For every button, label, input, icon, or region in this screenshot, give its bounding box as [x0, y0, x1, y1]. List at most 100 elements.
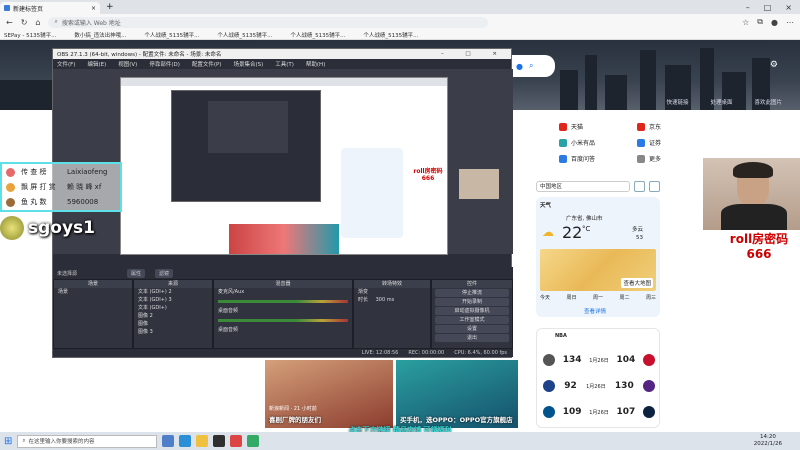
- weather-details-link[interactable]: 查看详情: [584, 307, 606, 315]
- settings-gear-icon[interactable]: ⚙: [770, 60, 778, 70]
- stop-stream-button[interactable]: 停止推流: [435, 289, 509, 297]
- news-card[interactable]: 买手机，选OPPO：OPPO官方旗舰店: [396, 360, 518, 428]
- new-tab-icon[interactable]: +: [106, 2, 114, 12]
- more-grid-icon: [637, 154, 645, 163]
- mic-icon[interactable]: ●: [516, 62, 523, 71]
- favorite-item[interactable]: 数小搞_违法出神哦...: [74, 31, 126, 39]
- source-item[interactable]: 图像 3: [134, 328, 212, 336]
- edge-icon[interactable]: [179, 435, 192, 447]
- building-shape: [640, 50, 656, 110]
- obs-menu-item[interactable]: 文件(F): [57, 60, 75, 68]
- quick-link-jd[interactable]: 京东: [637, 122, 661, 131]
- filters-button[interactable]: 滤镜: [155, 268, 174, 278]
- quick-link-label: 天猫: [571, 124, 584, 131]
- app-icon[interactable]: [247, 435, 260, 447]
- quick-links-link[interactable]: 快速链接: [666, 98, 688, 106]
- properties-button[interactable]: 属性: [127, 268, 146, 278]
- building-shape: [560, 70, 578, 110]
- search-icon[interactable]: ⌕: [529, 61, 533, 71]
- favorite-item[interactable]: 个人战绩_5135辅平...: [290, 31, 345, 39]
- minimize-icon[interactable]: –: [746, 3, 750, 12]
- weather-title: 天气: [540, 203, 552, 209]
- weather-card[interactable]: 天气 广东省, 佛山市 ☁ 22 °C 多云 53 查看大地图 今天 周日 周一…: [536, 197, 660, 317]
- favorite-item[interactable]: 个人战绩_5135辅平...: [363, 31, 418, 39]
- studio-mode-button[interactable]: 工作室模式: [435, 316, 509, 324]
- browser-tab[interactable]: 新建标签页 ×: [0, 2, 100, 14]
- baidu-icon: [559, 154, 567, 163]
- obs-menu-item[interactable]: 配置文件(P): [192, 60, 222, 68]
- quick-link-stock[interactable]: 证券: [637, 138, 661, 147]
- game-row[interactable]: 92 1月26日 130: [543, 373, 655, 399]
- news-card[interactable]: 新浪新闻 · 21 小时前 喜剧厂牌的朋友们: [265, 360, 393, 428]
- source-item[interactable]: 文本 (GDI+) 3: [134, 296, 212, 304]
- transition-select[interactable]: 渐变: [354, 288, 430, 296]
- map-button[interactable]: 查看大地图: [621, 278, 653, 288]
- streamer-tag: sgoys1: [0, 215, 140, 241]
- obs-menu-item[interactable]: 停靠部件(D): [149, 60, 180, 68]
- back-icon[interactable]: ←: [6, 18, 13, 27]
- duration-input[interactable]: 300 ms: [376, 297, 395, 303]
- game-row[interactable]: 134 1月26日 104: [543, 347, 655, 373]
- mixer-dock: 混音器 麦克风/Aux 桌面音频 桌面音频: [213, 279, 353, 349]
- favorite-item[interactable]: 个人战绩_5135辅平...: [217, 31, 272, 39]
- home-icon[interactable]: ⌂: [35, 18, 40, 27]
- start-record-button[interactable]: 开始录制: [435, 298, 509, 306]
- obs-menu-item[interactable]: 场景集合(S): [233, 60, 263, 68]
- grid-view-icon[interactable]: [634, 180, 645, 192]
- volume-meter[interactable]: [218, 300, 348, 303]
- quick-link-label: 证券: [649, 140, 662, 147]
- game-row[interactable]: 109 1月26日 107: [543, 399, 655, 425]
- obs-window-controls[interactable]: – □ ×: [441, 51, 507, 57]
- address-input[interactable]: ⌕ 搜索或输入 Web 地址: [48, 16, 489, 28]
- quick-link-youpin[interactable]: 小米有品: [559, 138, 595, 147]
- obs-app-icon[interactable]: [213, 435, 226, 447]
- no-source-label: 未选择源: [57, 270, 78, 277]
- taskbar-clock[interactable]: 14:20 2022/1/26: [754, 434, 800, 448]
- nba-card[interactable]: NBA 134 1月26日 104 92 1月26日 130 109 1月26日…: [536, 328, 660, 428]
- more-icon[interactable]: ⋯: [786, 18, 794, 27]
- quick-link-label: 更多: [649, 156, 662, 163]
- folder-icon[interactable]: [196, 435, 209, 447]
- list-view-icon[interactable]: [649, 180, 660, 192]
- tab-close-icon[interactable]: ×: [91, 5, 96, 12]
- quick-link-more[interactable]: 更多: [637, 154, 661, 163]
- weather-map[interactable]: 查看大地图: [540, 249, 656, 291]
- obs-menu-item[interactable]: 工具(T): [275, 60, 294, 68]
- maximize-icon[interactable]: □: [764, 3, 772, 12]
- like-image-link[interactable]: 喜欢此图片: [754, 98, 782, 106]
- exit-button[interactable]: 退出: [435, 334, 509, 342]
- transitions-dock: 转场特效 渐变 时长 300 ms: [353, 279, 431, 349]
- windows-start-icon[interactable]: ⊞: [4, 436, 12, 447]
- scene-item[interactable]: 场景: [54, 288, 132, 296]
- source-item[interactable]: 图像 2: [134, 312, 212, 320]
- settings-button[interactable]: 设置: [435, 325, 509, 333]
- person-hair: [733, 162, 773, 178]
- obs-menu-item[interactable]: 视图(V): [118, 60, 137, 68]
- favorite-item[interactable]: SEPay - 5135辅平...: [4, 31, 56, 39]
- region-row: 中国地区: [536, 180, 660, 192]
- virtual-cam-button[interactable]: 启动虚拟摄像机: [435, 307, 509, 315]
- app-icon[interactable]: [230, 435, 243, 447]
- collections-icon[interactable]: ⧉: [757, 17, 763, 27]
- favorites-icon[interactable]: ☆: [742, 18, 749, 27]
- refresh-icon[interactable]: ↻: [21, 18, 28, 27]
- streamer-name: sgoys1: [28, 218, 95, 238]
- aqi-value: 53: [636, 235, 643, 241]
- search-box-end[interactable]: ● ⌕: [510, 55, 555, 77]
- source-item[interactable]: 文本 (GDI+): [134, 304, 212, 312]
- quick-link-tmall[interactable]: 天猫: [559, 122, 583, 131]
- obs-docks: 场景 场景 来源 文本 (GDI+) 2 文本 (GDI+) 3 文本 (GDI…: [53, 279, 513, 349]
- quick-link-baidu[interactable]: 百度问答: [559, 154, 595, 163]
- obs-menu-item[interactable]: 编辑(E): [87, 60, 106, 68]
- obs-menu-item[interactable]: 帮助(H): [306, 60, 325, 68]
- close-window-icon[interactable]: ×: [785, 3, 792, 12]
- desktop-link[interactable]: 处理桌面: [710, 98, 732, 106]
- source-item[interactable]: 文本 (GDI+) 2: [134, 288, 212, 296]
- task-view-icon[interactable]: [162, 435, 175, 447]
- volume-meter[interactable]: [218, 319, 348, 322]
- taskbar-search[interactable]: ⌕ 在这里输入你要搜索的内容: [17, 434, 158, 448]
- profile-icon[interactable]: ●: [771, 18, 778, 27]
- region-select[interactable]: 中国地区: [536, 180, 630, 192]
- favorite-item[interactable]: 个人战绩_5135辅平...: [144, 31, 199, 39]
- source-item[interactable]: 图像: [134, 320, 212, 328]
